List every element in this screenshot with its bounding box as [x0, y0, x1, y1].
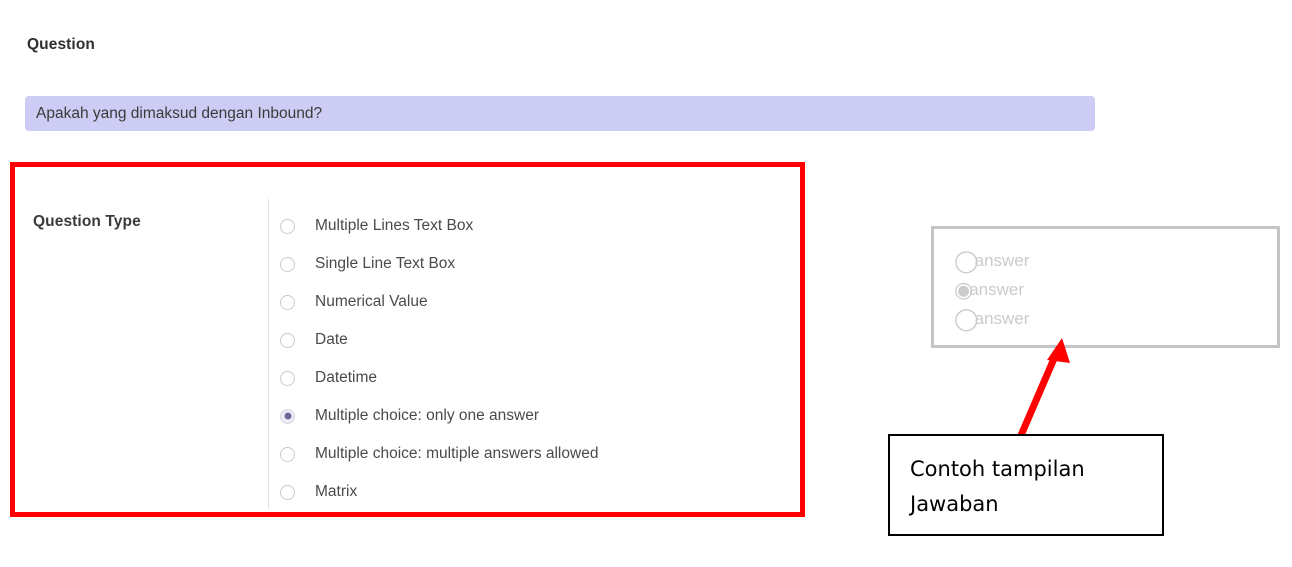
radio-circle-selected-icon[interactable] [280, 408, 295, 424]
answer-preview-item: ◯ answer [954, 304, 1029, 333]
answer-preview-box: ◯ answer ◉ answer ◯ answer [931, 226, 1280, 348]
radio-option-label: Single Line Text Box [315, 255, 456, 272]
radio-circle-icon[interactable] [280, 332, 295, 348]
radio-option-matrix[interactable]: Matrix [280, 473, 780, 511]
radio-option-label: Multiple choice: multiple answers allowe… [315, 445, 599, 462]
radio-option-datetime[interactable]: Datetime [280, 359, 780, 397]
annotation-text: Contoh tampilan Jawaban [910, 457, 1085, 516]
radio-circle-icon[interactable] [280, 294, 295, 310]
vertical-divider [268, 199, 269, 509]
radio-option-date[interactable]: Date [280, 321, 780, 359]
radio-option-single-line-text-box[interactable]: Single Line Text Box [280, 245, 780, 283]
question-type-label: Question Type [33, 213, 141, 230]
page-title: Question [27, 36, 95, 53]
radio-circle-icon[interactable] [280, 484, 295, 500]
question-input[interactable] [25, 96, 1095, 131]
radio-option-label: Date [315, 331, 348, 348]
radio-option-multiple-choice-multiple-answers[interactable]: Multiple choice: multiple answers allowe… [280, 435, 780, 473]
radio-option-label: Numerical Value [315, 293, 428, 310]
radio-option-numerical-value[interactable]: Numerical Value [280, 283, 780, 321]
answer-preview-label: answer [969, 279, 1025, 299]
answer-preview-list: ◯ answer ◉ answer ◯ answer [954, 246, 1029, 333]
radio-circle-icon[interactable] [280, 370, 295, 386]
answer-preview-item: ◯ answer [954, 246, 1029, 275]
radio-option-label: Multiple Lines Text Box [315, 217, 474, 234]
answer-preview-label: answer [974, 250, 1030, 270]
question-type-highlight-box: Question Type Multiple Lines Text Box Si… [10, 162, 805, 517]
annotation-callout-box: Contoh tampilan Jawaban [888, 434, 1164, 536]
radio-circle-icon[interactable] [280, 446, 295, 462]
radio-option-label: Matrix [315, 483, 358, 500]
radio-option-multiple-choice-one-answer[interactable]: Multiple choice: only one answer [280, 397, 780, 435]
radio-option-label: Datetime [315, 369, 378, 386]
radio-circle-icon[interactable] [280, 218, 295, 234]
answer-preview-label: answer [974, 308, 1030, 328]
question-type-radio-group: Multiple Lines Text Box Single Line Text… [280, 207, 780, 511]
radio-option-label: Multiple choice: only one answer [315, 407, 540, 424]
answer-preview-item: ◉ answer [954, 275, 1029, 304]
radio-option-multiple-lines-text-box[interactable]: Multiple Lines Text Box [280, 207, 780, 245]
radio-circle-icon[interactable] [280, 256, 295, 272]
